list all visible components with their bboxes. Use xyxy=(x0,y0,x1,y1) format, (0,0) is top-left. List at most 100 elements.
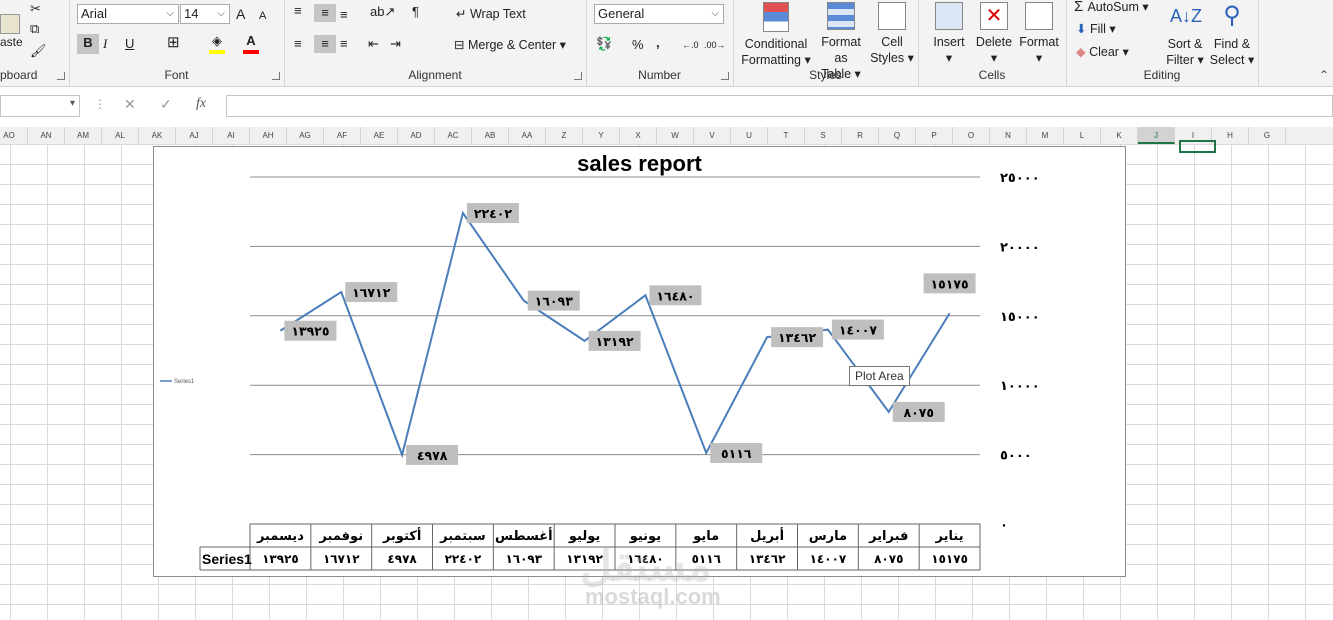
data-label[interactable]: ٨٠٧٥ xyxy=(903,405,934,420)
column-header-AL[interactable]: AL xyxy=(102,127,139,144)
copy-icon[interactable]: ⧉ xyxy=(30,20,39,38)
decrease-indent-icon[interactable]: ⇤ xyxy=(368,35,379,53)
column-header-AE[interactable]: AE xyxy=(361,127,398,144)
data-label[interactable]: ١٣١٩٢ xyxy=(596,334,635,349)
column-header-AA[interactable]: AA xyxy=(509,127,546,144)
bold-button[interactable]: B xyxy=(77,34,99,54)
shrink-font-button[interactable]: A xyxy=(259,7,266,25)
column-header-R[interactable]: R xyxy=(842,127,879,144)
column-header-Q[interactable]: Q xyxy=(879,127,916,144)
column-header-AJ[interactable]: AJ xyxy=(176,127,213,144)
column-header-V[interactable]: V xyxy=(694,127,731,144)
data-label[interactable]: ١٦٤٨٠ xyxy=(656,288,694,303)
column-header-Z[interactable]: Z xyxy=(546,127,583,144)
conditional-formatting-button[interactable]: Conditional Formatting ▾ xyxy=(739,0,813,68)
column-header-AI[interactable]: AI xyxy=(213,127,250,144)
delete-button[interactable]: ✕ Delete ▾ xyxy=(972,0,1016,66)
font-launcher-icon[interactable] xyxy=(272,72,280,80)
increase-decimal-icon[interactable]: ←.0 xyxy=(682,36,699,54)
column-header-U[interactable]: U xyxy=(731,127,768,144)
comma-button[interactable]: , xyxy=(656,34,660,52)
number-launcher-icon[interactable] xyxy=(721,72,729,80)
data-label[interactable]: ٢٢٤٠٢ xyxy=(474,206,513,221)
column-header-AM[interactable]: AM xyxy=(65,127,102,144)
increase-indent-icon[interactable]: ⇥ xyxy=(390,35,401,53)
name-box[interactable]: ▾ xyxy=(0,95,80,117)
decrease-decimal-icon[interactable]: .00→ xyxy=(704,36,726,54)
align-right-icon[interactable]: ≡ xyxy=(340,35,348,53)
sort-filter-button[interactable]: A↓Z Sort & Filter ▾ xyxy=(1164,0,1206,68)
clear-button[interactable]: ◆ Clear ▾ xyxy=(1076,44,1129,59)
number-format-combo[interactable]: General ⌵ xyxy=(594,4,724,24)
formula-input[interactable] xyxy=(226,95,1333,117)
fill-button[interactable]: ⬇ Fill ▾ xyxy=(1076,21,1116,36)
alignment-launcher-icon[interactable] xyxy=(574,72,582,80)
data-label[interactable]: ١٦٠٩٣ xyxy=(535,294,574,309)
cut-icon[interactable]: ✂ xyxy=(30,0,41,18)
format-button[interactable]: Format ▾ xyxy=(1016,0,1062,66)
column-header-P[interactable]: P xyxy=(916,127,953,144)
column-header-AO[interactable]: AO xyxy=(0,127,28,144)
format-painter-icon[interactable]: 🖌 xyxy=(30,42,47,60)
column-header-G[interactable]: G xyxy=(1249,127,1286,144)
paste-button[interactable]: aste xyxy=(0,14,23,50)
column-header-T[interactable]: T xyxy=(768,127,805,144)
find-select-button[interactable]: ⚲ Find & Select ▾ xyxy=(1208,0,1256,68)
align-bottom-icon[interactable]: ≡ xyxy=(340,6,348,24)
column-header-Y[interactable]: Y xyxy=(583,127,620,144)
column-header-O[interactable]: O xyxy=(953,127,990,144)
legend-entry[interactable]: Series1 xyxy=(174,379,195,385)
insert-function-icon[interactable]: fx xyxy=(196,96,206,112)
font-size-combo[interactable]: 14 ⌵ xyxy=(180,4,230,24)
column-header-N[interactable]: N xyxy=(990,127,1027,144)
column-header-X[interactable]: X xyxy=(620,127,657,144)
merge-center-button[interactable]: ⊟ Merge & Center ▾ xyxy=(454,37,566,52)
data-label[interactable]: ٥١١٦ xyxy=(721,446,752,461)
column-header-AN[interactable]: AN xyxy=(28,127,65,144)
column-header-AC[interactable]: AC xyxy=(435,127,472,144)
currency-icon[interactable]: 💱 xyxy=(596,35,612,53)
data-label[interactable]: ١٣٤٦٢ xyxy=(778,330,817,345)
autosum-button[interactable]: Σ AutoSum ▾ xyxy=(1074,0,1149,15)
underline-button[interactable]: U xyxy=(125,35,134,53)
cancel-formula-icon[interactable]: ✕ xyxy=(124,96,136,113)
align-left-icon[interactable]: ≡ xyxy=(294,35,302,53)
column-header-W[interactable]: W xyxy=(657,127,694,144)
data-label[interactable]: ٤٩٧٨ xyxy=(417,448,448,463)
column-header-S[interactable]: S xyxy=(805,127,842,144)
rtl-direction-icon[interactable]: ¶ xyxy=(412,3,419,21)
column-header-AG[interactable]: AG xyxy=(287,127,324,144)
column-header-K[interactable]: K xyxy=(1101,127,1138,144)
data-label[interactable]: ١٤٠٠٧ xyxy=(839,323,878,338)
align-center-icon[interactable]: ≡ xyxy=(314,35,336,53)
borders-icon[interactable]: ⊞ xyxy=(167,34,180,52)
column-header-AF[interactable]: AF xyxy=(324,127,361,144)
insert-button[interactable]: Insert ▾ xyxy=(928,0,970,66)
column-header-AD[interactable]: AD xyxy=(398,127,435,144)
column-header-AK[interactable]: AK xyxy=(139,127,176,144)
column-header-L[interactable]: L xyxy=(1064,127,1101,144)
collapse-ribbon-icon[interactable]: ⌃ xyxy=(1319,68,1329,82)
data-label[interactable]: ١٦٧١٢ xyxy=(352,285,391,300)
active-cell-selection[interactable] xyxy=(1179,140,1216,153)
grow-font-button[interactable]: A xyxy=(236,5,245,23)
font-name-combo[interactable]: Arial ⌵ xyxy=(77,4,179,24)
column-header-J[interactable]: J xyxy=(1138,127,1175,144)
wrap-text-button[interactable]: ↵ Wrap Text xyxy=(456,6,526,21)
column-header-AH[interactable]: AH xyxy=(250,127,287,144)
italic-button[interactable]: I xyxy=(103,35,107,53)
orientation-icon[interactable]: ab↗ xyxy=(370,3,395,21)
align-top-icon[interactable]: ≡ xyxy=(294,2,302,20)
column-header-AB[interactable]: AB xyxy=(472,127,509,144)
clipboard-launcher-icon[interactable] xyxy=(57,72,65,80)
data-label[interactable]: ١٣٩٢٥ xyxy=(291,324,329,339)
data-label[interactable]: ١٥١٧٥ xyxy=(931,276,969,291)
column-header-H[interactable]: H xyxy=(1212,127,1249,144)
enter-formula-icon[interactable]: ✓ xyxy=(160,96,172,113)
chart-object[interactable]: sales report ٠ ٥٠٠٠ ١٠٠٠٠ ١٥٠٠٠ ٢٠٠٠٠ ٢٥٠٠٠ ين… xyxy=(153,146,1126,577)
column-header-M[interactable]: M xyxy=(1027,127,1064,144)
percent-button[interactable]: % xyxy=(632,36,644,54)
cell-styles-button[interactable]: Cell Styles ▾ xyxy=(869,0,915,66)
fill-color-icon[interactable]: ◈ xyxy=(209,32,225,54)
align-middle-icon[interactable]: ≡ xyxy=(314,4,336,22)
